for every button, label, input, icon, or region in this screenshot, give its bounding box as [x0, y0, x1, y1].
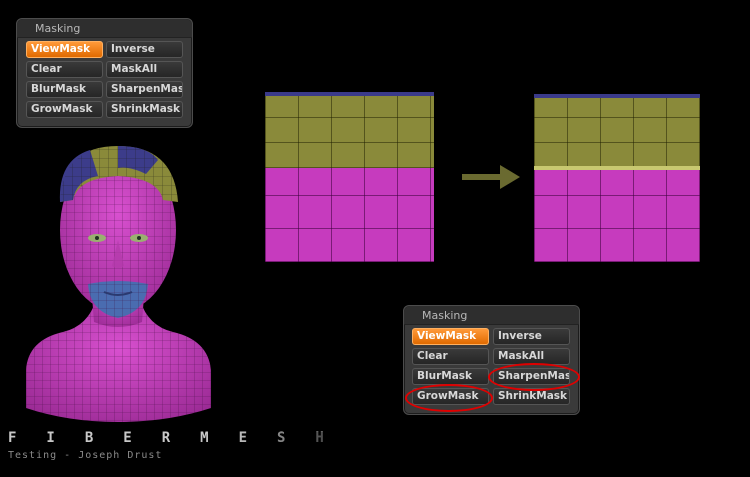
title-fade-overlay — [230, 432, 380, 446]
clear-button[interactable]: Clear — [26, 61, 103, 78]
author-credit: Testing - Joseph Drust — [8, 450, 163, 461]
mask-preview-after — [534, 94, 700, 262]
inverse-button[interactable]: Inverse — [106, 41, 183, 58]
shrinkmask-button[interactable]: ShrinkMask — [106, 101, 183, 118]
sharpenmask-highlight-circle — [488, 363, 580, 391]
mask-preview-before — [265, 92, 434, 262]
viewmask-button[interactable]: ViewMask — [412, 328, 489, 345]
masking-panel-bottom: Masking ViewMask Inverse Clear MaskAll B… — [403, 305, 580, 415]
growmask-highlight-circle — [405, 384, 493, 412]
maskall-button[interactable]: MaskAll — [106, 61, 183, 78]
arrow-right-icon — [462, 165, 520, 189]
masking-panel-title: Masking — [404, 306, 579, 325]
preview-mask-olive-region — [534, 98, 700, 168]
viewmask-button[interactable]: ViewMask — [26, 41, 103, 58]
preview-magenta-region — [534, 170, 700, 262]
clear-button[interactable]: Clear — [412, 348, 489, 365]
head-model-render — [26, 146, 211, 422]
blurmask-button[interactable]: BlurMask — [26, 81, 103, 98]
masking-panel-top: Masking ViewMask Inverse Clear MaskAll B… — [16, 18, 193, 128]
preview-magenta-region — [265, 168, 434, 262]
masking-panel-title: Masking — [17, 19, 192, 38]
blurmask-button[interactable]: BlurMask — [412, 368, 489, 385]
preview-mask-olive-region — [265, 96, 434, 168]
inverse-button[interactable]: Inverse — [493, 328, 570, 345]
growmask-button[interactable]: GrowMask — [26, 101, 103, 118]
sharpenmask-button[interactable]: SharpenMask — [106, 81, 183, 98]
